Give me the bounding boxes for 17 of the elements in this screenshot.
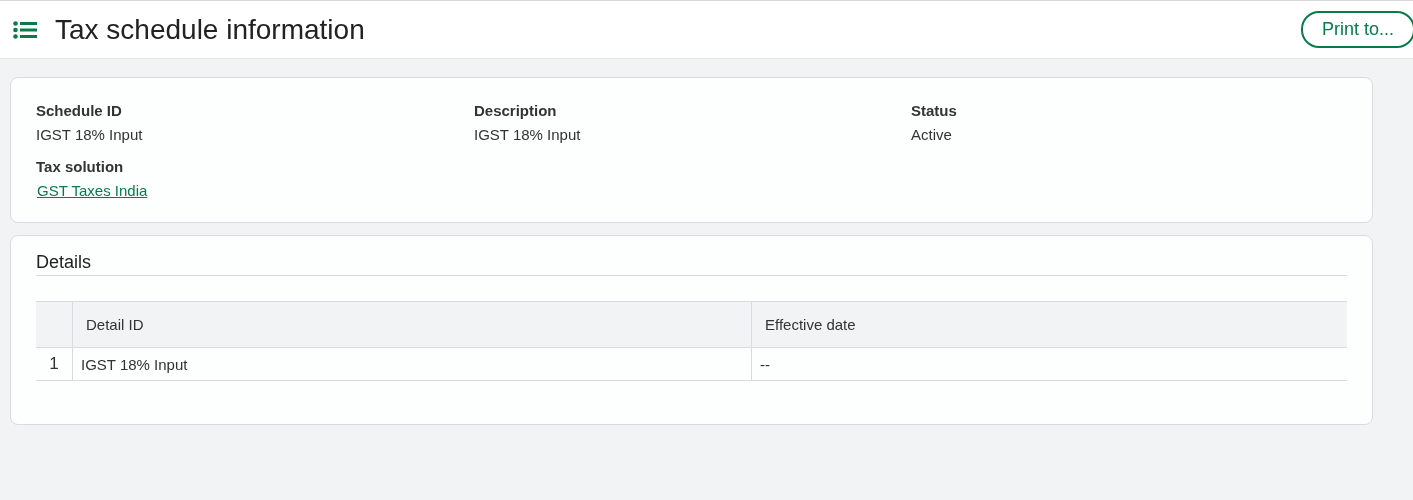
field-label: Tax solution [36, 157, 125, 177]
field-value: Active [911, 125, 952, 145]
field-label: Schedule ID [36, 101, 123, 121]
field-label: Description [474, 101, 558, 121]
print-button[interactable]: Print to... [1300, 11, 1413, 48]
row-number: 1 [36, 347, 73, 381]
field-value: IGST 18% Input [36, 125, 143, 145]
field-value: IGST 18% Input [474, 125, 581, 145]
table-cell: IGST 18% Input [72, 347, 752, 381]
column-header[interactable]: Effective date [751, 301, 1347, 348]
field-link[interactable]: GST Taxes India [37, 181, 148, 201]
menu-icon[interactable] [13, 20, 37, 39]
column-header[interactable]: Detail ID [72, 301, 752, 348]
page-title: Tax schedule information [55, 13, 366, 46]
table-cell: -- [751, 347, 1347, 381]
field-label: Status [911, 101, 958, 121]
section-title: Details [36, 236, 1347, 276]
